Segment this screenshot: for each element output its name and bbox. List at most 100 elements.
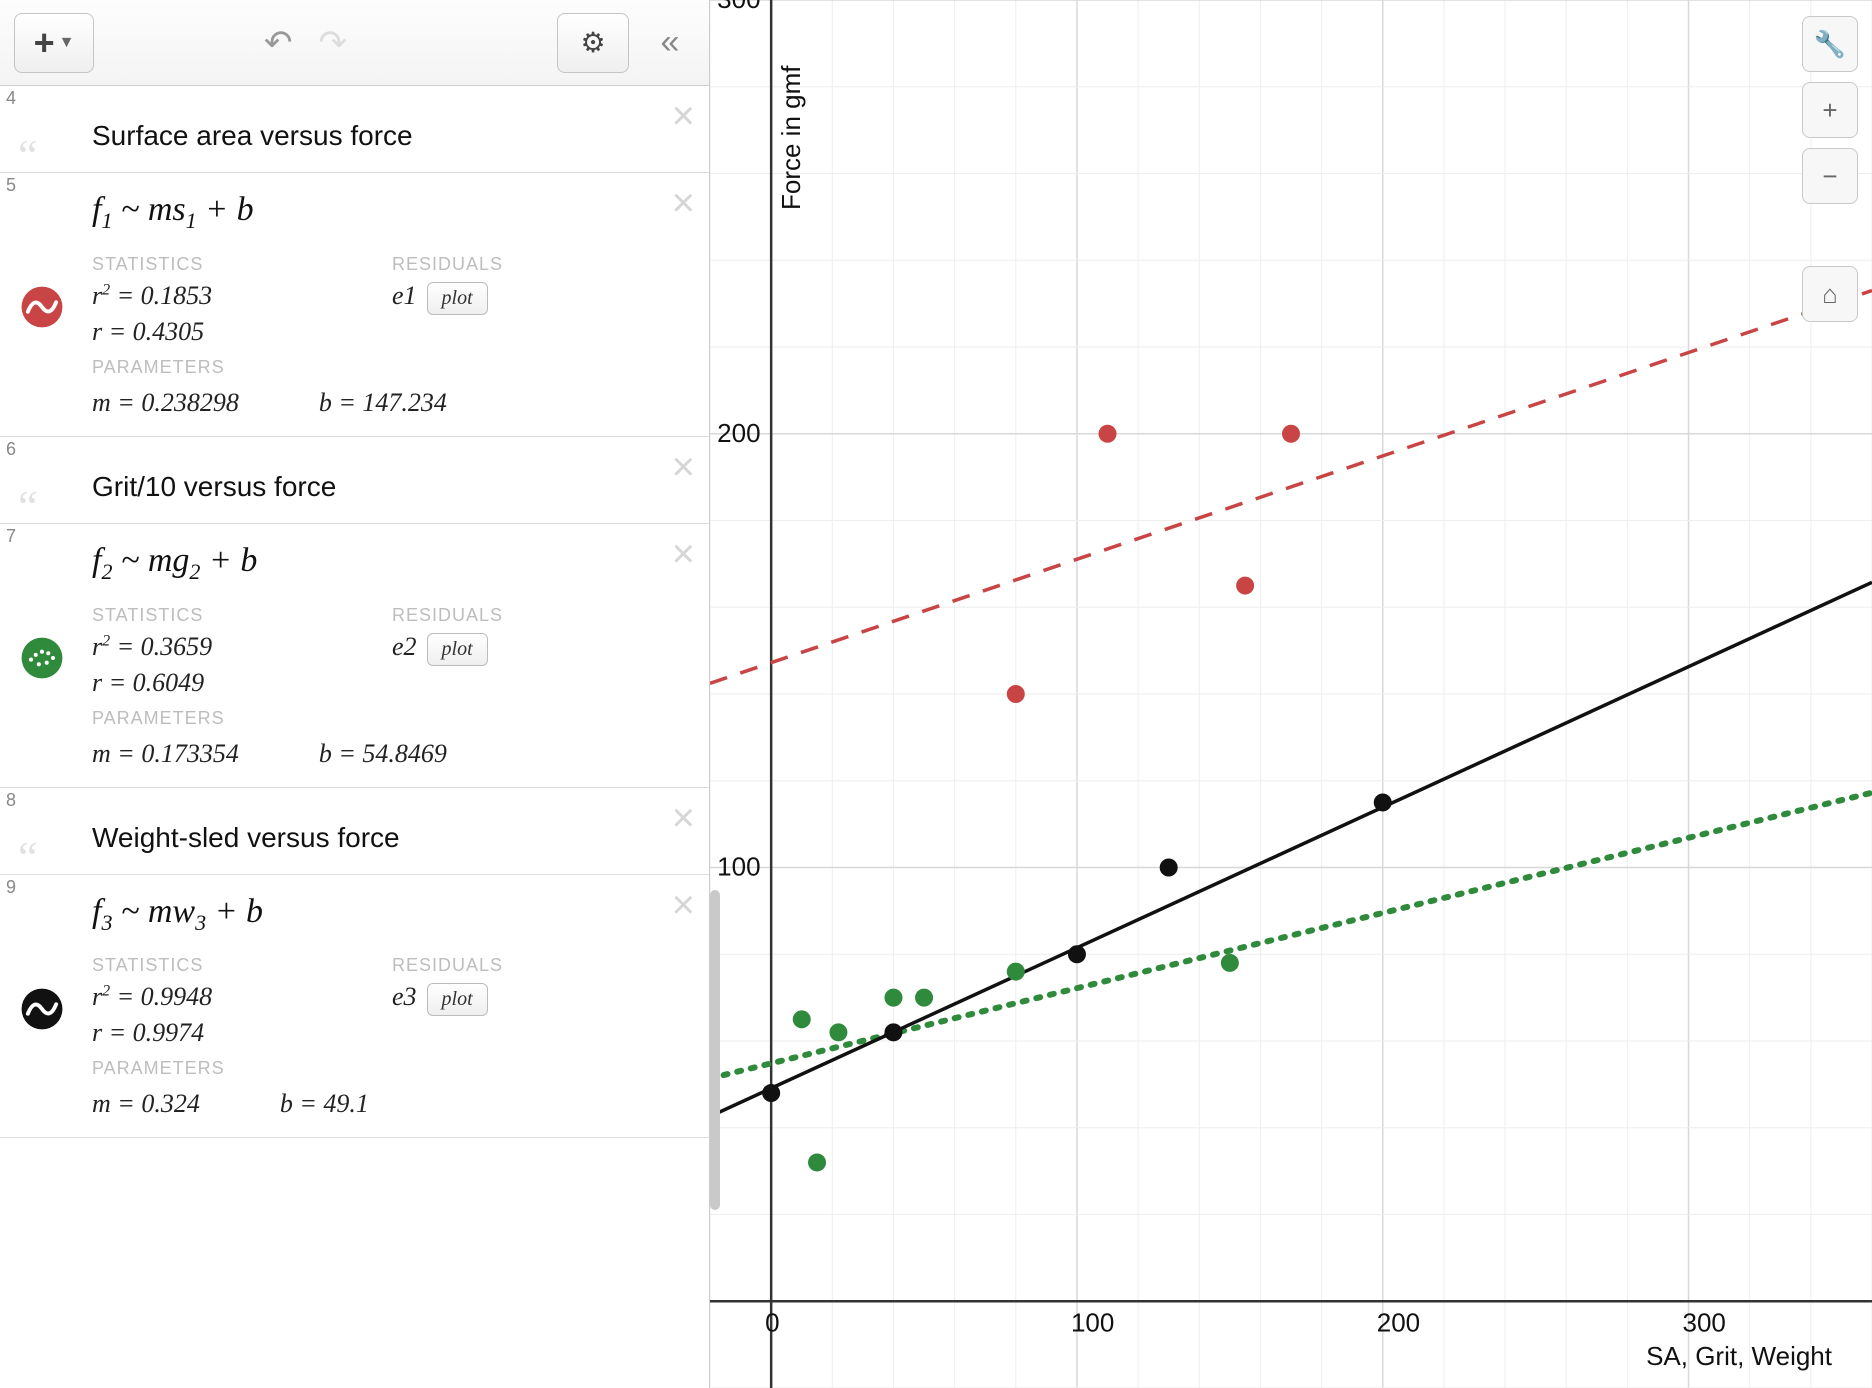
- residual-var: e2plot: [392, 632, 612, 666]
- data-point: [884, 989, 902, 1007]
- x-tick-label: 0: [765, 1307, 779, 1337]
- x-tick-label: 200: [1377, 1307, 1420, 1337]
- delete-row-button[interactable]: ×: [672, 534, 695, 574]
- data-point: [1221, 954, 1239, 972]
- delete-row-button[interactable]: ×: [672, 183, 695, 223]
- dropdown-caret-icon: ▼: [59, 34, 75, 52]
- series-color-badge[interactable]: [14, 630, 70, 686]
- r-squared-value: r2 = 0.9948: [92, 982, 312, 1012]
- data-point: [1068, 945, 1086, 963]
- regression-formula[interactable]: f3 ~ mw3 + b: [92, 889, 687, 946]
- home-icon: ⌂: [1822, 279, 1838, 310]
- row-number: 9: [6, 877, 16, 898]
- series-color-badge[interactable]: [14, 981, 70, 1037]
- zoom-in-button[interactable]: +: [1802, 82, 1858, 138]
- r-squared-value: r2 = 0.1853: [92, 281, 312, 311]
- plot-residuals-button[interactable]: plot: [427, 983, 488, 1016]
- residuals-header: RESIDUALS: [392, 605, 612, 626]
- gear-icon: ⚙: [580, 26, 605, 59]
- plot-residuals-button[interactable]: plot: [427, 282, 488, 315]
- data-point: [915, 989, 933, 1007]
- regression-formula[interactable]: f1 ~ ms1 + b: [92, 187, 687, 244]
- plus-icon: +: [34, 22, 55, 64]
- regression-formula[interactable]: f2 ~ mg2 + b: [92, 538, 687, 595]
- fit-line: [710, 291, 1872, 684]
- regression-row[interactable]: 5 × f1 ~ ms1 + b STATISTICS r2 = 0.1853 …: [0, 173, 709, 437]
- data-point: [884, 1023, 902, 1041]
- note-row[interactable]: 4 ×“ Surface area versus force: [0, 86, 709, 173]
- y-axis-label: Force in gmf: [776, 66, 807, 211]
- r-value: r = 0.4305: [92, 317, 312, 347]
- note-text[interactable]: Grit/10 versus force: [92, 451, 687, 509]
- residuals-header: RESIDUALS: [392, 254, 612, 275]
- note-row[interactable]: 6 ×“ Grit/10 versus force: [0, 437, 709, 524]
- param-m: m = 0.173354: [92, 739, 239, 769]
- x-tick-label: 300: [1683, 1307, 1726, 1337]
- delete-row-button[interactable]: ×: [672, 798, 695, 838]
- row-number: 8: [6, 790, 16, 811]
- note-text[interactable]: Surface area versus force: [92, 100, 687, 158]
- data-point: [1099, 425, 1117, 443]
- residual-var: e1plot: [392, 281, 612, 315]
- data-point: [1282, 425, 1300, 443]
- plot-residuals-button[interactable]: plot: [427, 633, 488, 666]
- x-axis-label: SA, Grit, Weight: [1646, 1341, 1832, 1372]
- graph-canvas[interactable]: 0100200300100200300: [710, 0, 1872, 1388]
- home-button[interactable]: ⌂: [1802, 266, 1858, 322]
- plus-icon: +: [1822, 95, 1837, 126]
- redo-button[interactable]: ↷: [319, 23, 348, 63]
- statistics-header: STATISTICS: [92, 254, 312, 275]
- expression-list: 4 ×“ Surface area versus force5 × f1 ~ m…: [0, 86, 709, 1388]
- delete-row-button[interactable]: ×: [672, 885, 695, 925]
- residual-var: e3plot: [392, 982, 612, 1016]
- row-number: 4: [6, 88, 16, 109]
- zoom-out-button[interactable]: −: [1802, 148, 1858, 204]
- series-color-badge[interactable]: [14, 279, 70, 335]
- r-value: r = 0.6049: [92, 668, 312, 698]
- param-b: b = 49.1: [280, 1089, 369, 1119]
- graph-settings-button[interactable]: 🔧: [1802, 16, 1858, 72]
- undo-redo-group: ↶ ↷: [264, 23, 347, 63]
- data-point: [829, 1023, 847, 1041]
- param-b: b = 54.8469: [319, 739, 447, 769]
- toolbar: +▼ ↶ ↷ ⚙ «: [0, 0, 709, 86]
- settings-button[interactable]: ⚙: [557, 13, 629, 73]
- panel-scrollbar[interactable]: [710, 0, 724, 1388]
- regression-row[interactable]: 9 × f3 ~ mw3 + b STATISTICS r2 = 0.9948 …: [0, 875, 709, 1139]
- regression-row[interactable]: 7 × f2 ~ mg2 + b STATISTICS r2 = 0.3659 …: [0, 524, 709, 788]
- add-expression-button[interactable]: +▼: [14, 13, 94, 73]
- note-row[interactable]: 8 ×“ Weight-sled versus force: [0, 788, 709, 875]
- data-point: [1007, 963, 1025, 981]
- param-m: m = 0.238298: [92, 388, 239, 418]
- r-squared-value: r2 = 0.3659: [92, 632, 312, 662]
- collapse-panel-button[interactable]: «: [645, 23, 695, 62]
- data-point: [1374, 793, 1392, 811]
- scrollbar-thumb[interactable]: [710, 890, 720, 1210]
- undo-button[interactable]: ↶: [264, 23, 293, 63]
- minus-icon: −: [1822, 161, 1837, 192]
- row-number: 6: [6, 439, 16, 460]
- x-tick-label: 100: [1071, 1307, 1114, 1337]
- parameters-header: PARAMETERS: [92, 708, 687, 729]
- delete-row-button[interactable]: ×: [672, 96, 695, 136]
- data-point: [808, 1153, 826, 1171]
- statistics-header: STATISTICS: [92, 955, 312, 976]
- data-point: [793, 1010, 811, 1028]
- row-number: 7: [6, 526, 16, 547]
- delete-row-button[interactable]: ×: [672, 447, 695, 487]
- wrench-icon: 🔧: [1814, 29, 1846, 60]
- data-point: [1160, 859, 1178, 877]
- residuals-header: RESIDUALS: [392, 955, 612, 976]
- data-point: [1236, 577, 1254, 595]
- graph-controls: 🔧 + − ⌂: [1802, 16, 1858, 322]
- parameters-header: PARAMETERS: [92, 357, 687, 378]
- parameters-header: PARAMETERS: [92, 1058, 687, 1079]
- expression-panel: +▼ ↶ ↷ ⚙ « 4 ×“ Surface area versus forc…: [0, 0, 710, 1388]
- graph-pane[interactable]: 0100200300100200300 Force in gmf SA, Gri…: [710, 0, 1872, 1388]
- param-m: m = 0.324: [92, 1089, 200, 1119]
- note-text[interactable]: Weight-sled versus force: [92, 802, 687, 860]
- param-b: b = 147.234: [319, 388, 447, 418]
- data-point: [762, 1084, 780, 1102]
- r-value: r = 0.9974: [92, 1018, 312, 1048]
- fit-line: [710, 582, 1872, 1116]
